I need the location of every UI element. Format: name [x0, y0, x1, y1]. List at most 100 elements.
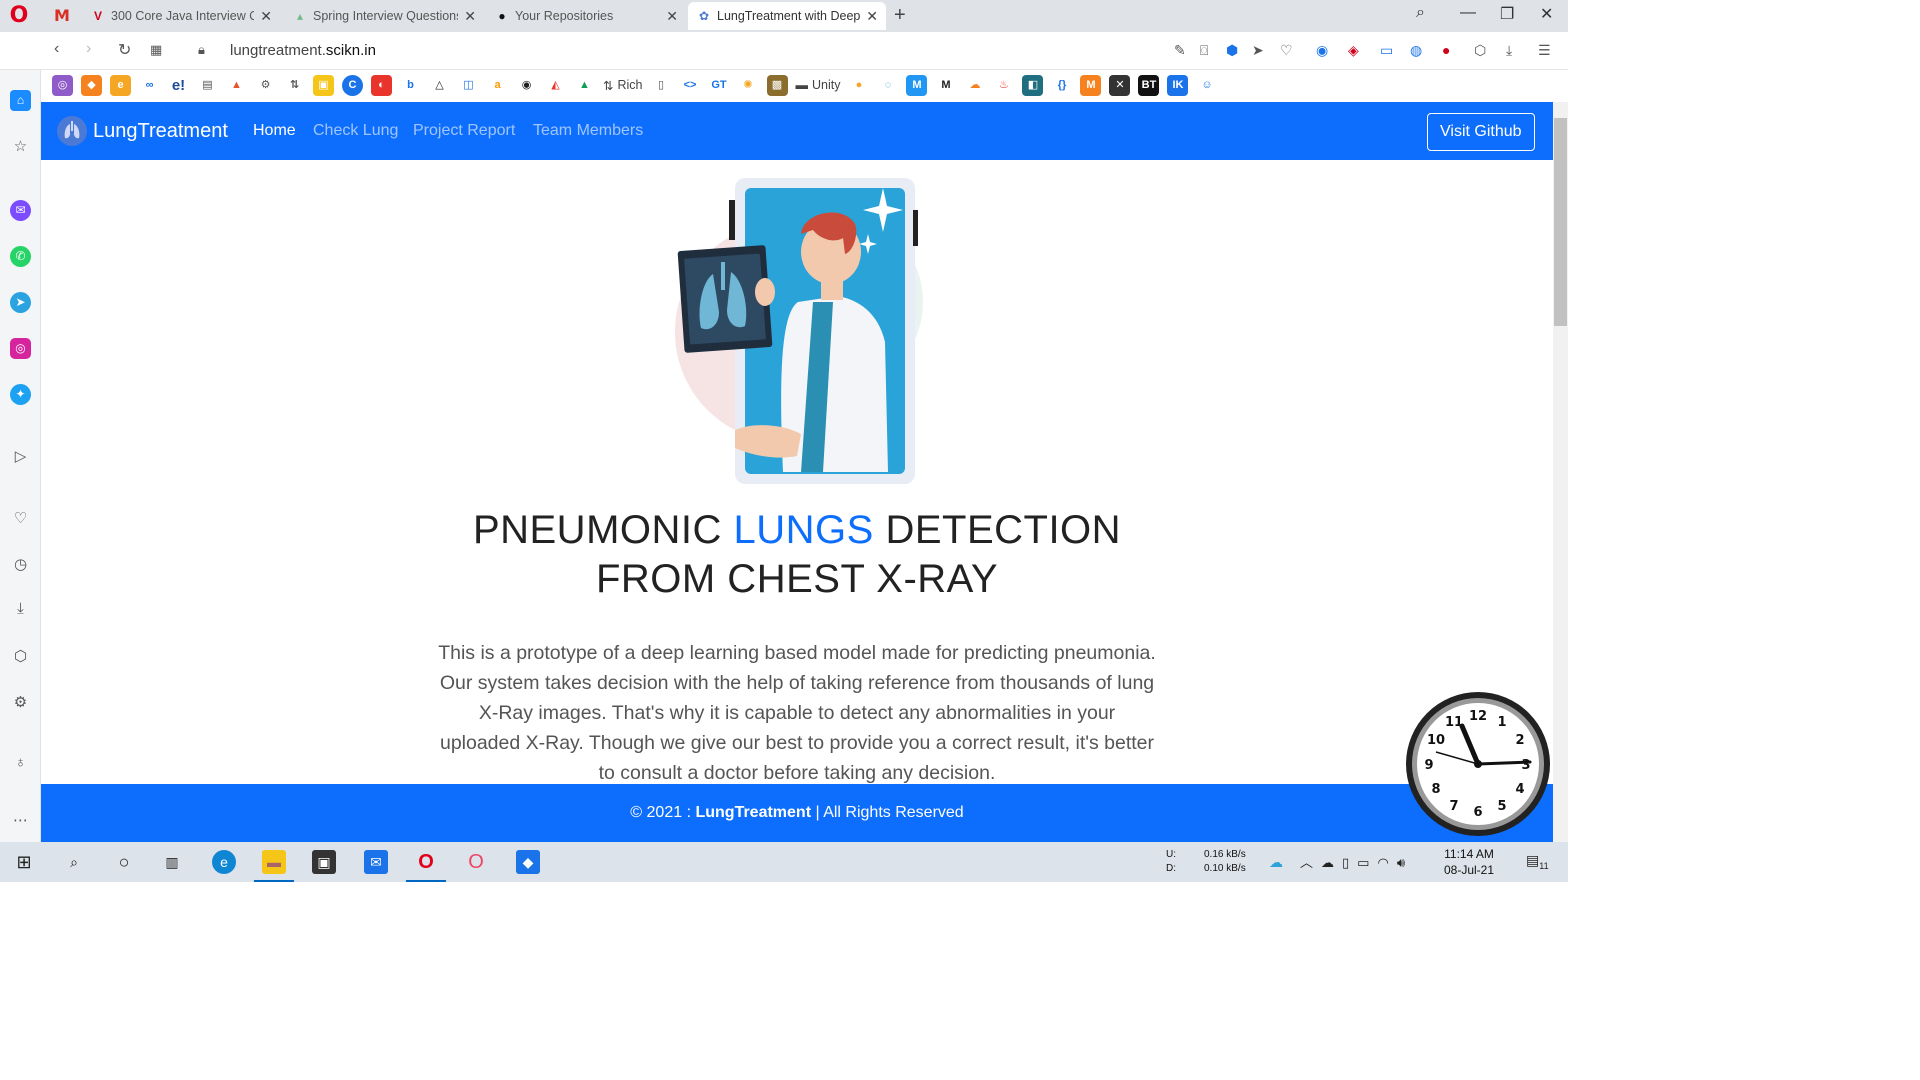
bookmark-icon[interactable]: ⇅ [284, 74, 305, 96]
extension-icon[interactable]: ◍ [1410, 42, 1422, 59]
instagram-icon[interactable]: ◎ [10, 338, 31, 359]
bookmark-icon[interactable]: IK [1167, 74, 1189, 96]
file-explorer-icon[interactable]: ▬ [262, 850, 286, 874]
bookmark-icon[interactable]: ◧ [1022, 74, 1044, 96]
lightbulb-icon[interactable]: ♁ [10, 752, 31, 773]
pinterest-icon[interactable]: ● [1442, 42, 1450, 58]
cube-icon[interactable]: ⬡ [1474, 42, 1486, 59]
bookmark-icon[interactable]: ☺ [1196, 74, 1218, 96]
scrollbar-thumb[interactable] [1554, 118, 1567, 326]
heart-icon[interactable]: ♡ [1280, 42, 1293, 59]
bookmark-icon[interactable]: ♨ [993, 74, 1015, 96]
bookmark-rich[interactable]: ⇅ Rich [603, 78, 643, 93]
volume-icon[interactable]: 🔊︎ [1397, 855, 1413, 870]
bookmark-icon[interactable]: △ [429, 74, 450, 96]
gmail-pinned-tab[interactable]: M [50, 4, 74, 28]
bookmark-icon[interactable]: ∞ [139, 74, 160, 96]
bookmark-icon[interactable]: ◫ [458, 74, 479, 96]
wifi-icon[interactable]: ◠ [1377, 855, 1396, 870]
search-icon[interactable]: ⌕ [62, 850, 86, 874]
camera-icon[interactable]: ⌼ [1200, 42, 1208, 59]
bookmark-icon[interactable]: ▯ [650, 74, 672, 96]
bookmark-icon[interactable]: ▲ [574, 74, 595, 96]
nav-project-report[interactable]: Project Report [413, 122, 515, 140]
chevron-up-icon[interactable]: ︿ [1300, 855, 1321, 870]
tab-your-repositories[interactable]: ● Your Repositories ✕ [486, 2, 686, 30]
app-icon[interactable]: ◆ [516, 850, 540, 874]
task-view-icon[interactable]: ▥ [160, 850, 184, 874]
url-field[interactable]: lungtreatment.scikn.in [230, 42, 376, 59]
twitter-icon[interactable]: ✦ [10, 384, 31, 405]
bookmark-icon[interactable]: <> [679, 74, 701, 96]
nav-home[interactable]: Home [253, 122, 296, 140]
cube-icon[interactable]: ⬡ [10, 646, 31, 667]
settings-icon[interactable]: ⚙ [10, 692, 31, 713]
tab-java-interview[interactable]: V 300 Core Java Interview Qu ✕ [82, 2, 280, 30]
edit-icon[interactable]: ✎ [1174, 42, 1186, 59]
opera-menu-icon[interactable]: O [8, 5, 30, 28]
system-tray[interactable]: ︿☁▯▭◠🔊︎ [1300, 852, 1413, 871]
edge-icon[interactable]: e [212, 850, 236, 874]
forward-button[interactable]: › [86, 40, 91, 58]
onedrive-icon[interactable]: ☁ [1321, 855, 1342, 870]
close-tab-icon[interactable]: ✕ [666, 8, 678, 25]
cortana-icon[interactable]: ○ [112, 850, 136, 874]
shield-icon[interactable]: ⬢ [1226, 42, 1238, 59]
bookmark-icon[interactable]: ▩ [766, 74, 788, 96]
bookmark-icon[interactable]: ✺ [737, 74, 759, 96]
more-icon[interactable]: ⋯ [10, 810, 31, 831]
minimize-button[interactable]: — [1460, 4, 1476, 22]
bookmark-icon[interactable]: ▲ [226, 74, 247, 96]
bookmark-unity[interactable]: ▬ Unity [796, 78, 841, 92]
extension-icon[interactable]: ◈ [1348, 42, 1359, 59]
new-tab-button[interactable]: + [894, 4, 906, 27]
bookmark-icon[interactable]: ✕ [1109, 74, 1131, 96]
telegram-icon[interactable]: ➤ [10, 292, 31, 313]
bookmark-icon[interactable]: M [935, 74, 957, 96]
tab-spring-interview[interactable]: ▴ Spring Interview Questions ✕ [284, 2, 484, 30]
tab-lungtreatment[interactable]: ✿ LungTreatment with DeepL ✕ [688, 2, 886, 30]
bookmark-icon[interactable]: ◉ [516, 74, 537, 96]
bookmark-icon[interactable]: C [342, 74, 363, 96]
reload-icon[interactable]: ↻ [118, 40, 131, 60]
download-icon[interactable]: ⤓ [10, 598, 31, 619]
history-icon[interactable]: ◷ [10, 554, 31, 575]
bookmark-icon[interactable]: ▣ [313, 74, 334, 96]
close-tab-icon[interactable]: ✕ [464, 8, 476, 25]
bookmark-icon[interactable]: ⚙ [255, 74, 276, 96]
bookmark-icon[interactable]: M [906, 74, 928, 96]
site-brand[interactable]: LungTreatment [57, 116, 228, 146]
bookmark-icon[interactable]: BT [1138, 74, 1160, 96]
bookmark-icon[interactable]: ◎ [52, 74, 73, 96]
bookmark-icon[interactable]: e [110, 74, 131, 96]
taskbar-clock[interactable]: 11:14 AM 08-Jul-21 [1444, 846, 1494, 878]
tab-grid-icon[interactable]: ▦ [150, 42, 162, 58]
bookmark-icon[interactable]: ◭ [545, 74, 566, 96]
store-icon[interactable]: ▣ [312, 850, 336, 874]
nav-check-lung[interactable]: Check Lung [313, 122, 398, 140]
restore-button[interactable]: ❐ [1500, 4, 1514, 24]
send-icon[interactable]: ➤ [1252, 42, 1264, 59]
bookmark-icon[interactable]: ◐ [371, 74, 392, 96]
whatsapp-icon[interactable]: ✆ [10, 246, 31, 267]
bookmark-icon[interactable]: ◌ [877, 74, 899, 96]
close-tab-icon[interactable]: ✕ [260, 8, 272, 25]
close-window-button[interactable]: ✕ [1540, 4, 1553, 24]
close-tab-icon[interactable]: ✕ [866, 8, 878, 25]
bookmark-icon[interactable]: M [1080, 74, 1102, 96]
bookmark-icon[interactable]: a [487, 74, 508, 96]
bookmark-icon[interactable]: b [400, 74, 421, 96]
back-button[interactable]: ‹ [54, 40, 59, 58]
bookmark-icon[interactable]: ▤ [197, 74, 218, 96]
bookmark-icon[interactable]: e! [168, 74, 189, 96]
home-icon[interactable]: ⌂ [10, 90, 31, 111]
download-icon[interactable]: ⤓ [1506, 42, 1512, 59]
nav-team-members[interactable]: Team Members [533, 122, 643, 140]
messenger-icon[interactable]: ✉ [10, 200, 31, 221]
device-icon[interactable]: ▯ [1342, 855, 1357, 870]
windows-start-icon[interactable]: ⊞ [12, 850, 36, 874]
bookmark-icon[interactable]: GT [708, 74, 730, 96]
bookmark-icon[interactable]: ● [848, 74, 870, 96]
extension-icon[interactable]: ▭ [1380, 42, 1393, 59]
visit-github-button[interactable]: Visit Github [1427, 113, 1535, 151]
